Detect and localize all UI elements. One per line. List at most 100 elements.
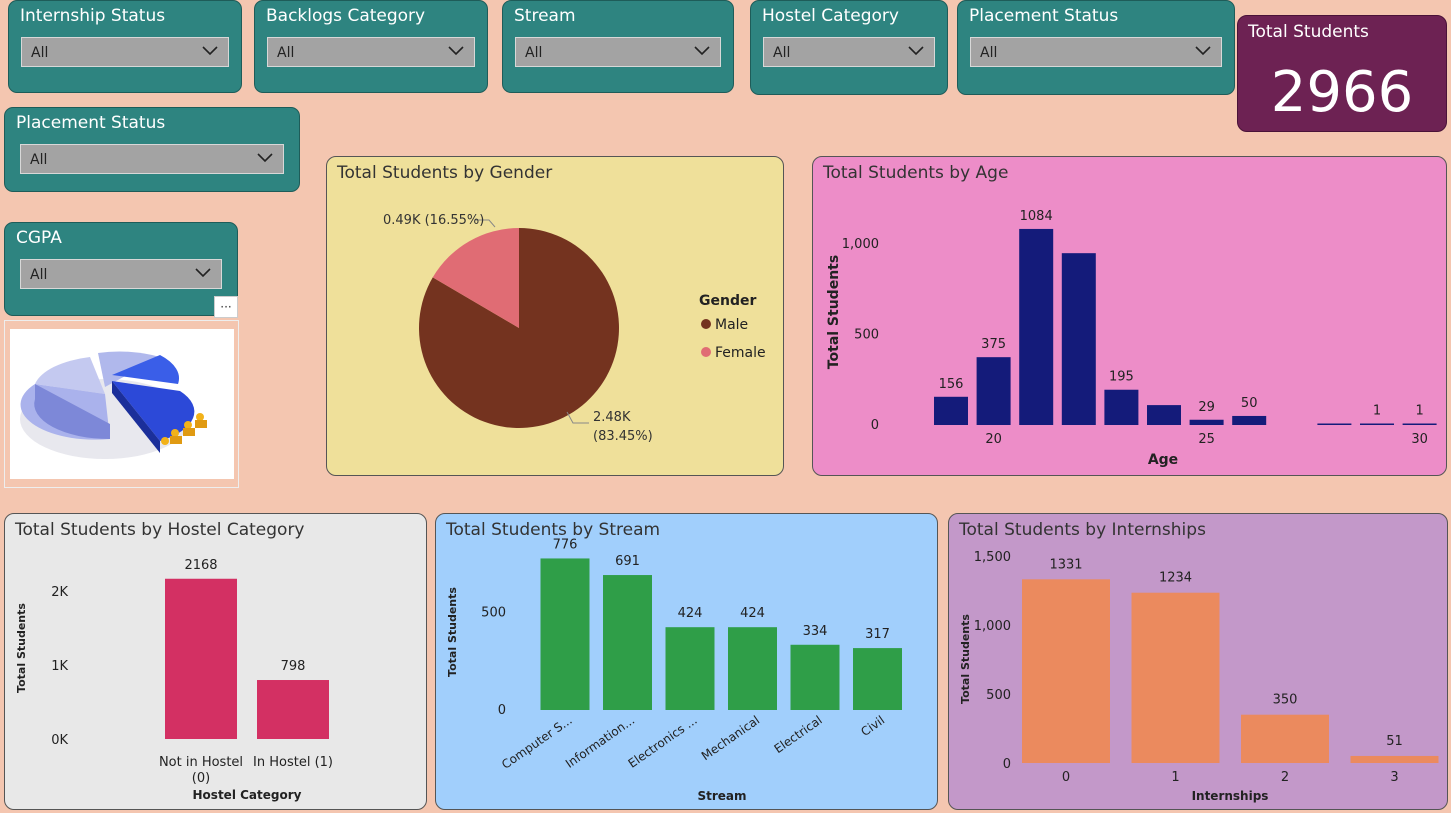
stream-bar-chart: 0 500 776 Computer S... 691 Information... 424… <box>446 537 902 803</box>
hostel-bar-card: Total Students by Hostel Category 0K 1K 2K… <box>4 513 427 810</box>
data-label: 1234 <box>1159 571 1192 586</box>
more-options-button[interactable]: ··· <box>214 296 238 318</box>
x-tick-label: 20 <box>985 432 1002 447</box>
x-tick-label: 25 <box>1198 432 1215 447</box>
x-axis-title: Hostel Category <box>193 788 302 802</box>
x-tick-label: Electronics ... <box>626 713 700 771</box>
age-bar-chart: 0 500 1,000 156 375 1084 195 29 50 1 1 20 25 30 Age Tot… <box>826 209 1437 468</box>
internship-status-dropdown[interactable]: All <box>21 37 229 67</box>
slicer-internship-status: Internship Status All <box>8 0 242 93</box>
data-label: 156 <box>939 377 964 392</box>
x-tick-label: Not in Hostel <box>159 755 243 770</box>
y-tick-label: 1,000 <box>842 237 879 252</box>
y-tick-label: 1,500 <box>974 550 1011 565</box>
internship-bar <box>1241 714 1329 763</box>
internship-bar <box>1022 579 1110 763</box>
age-bar <box>1104 389 1139 425</box>
y-axis-title: Total Students <box>15 603 28 693</box>
slicer-title: Hostel Category <box>762 6 899 26</box>
slicer-placement-status-top: Placement Status All <box>957 0 1235 95</box>
x-axis-title: Age <box>1148 452 1178 468</box>
x-tick-label: 2 <box>1281 770 1289 785</box>
chevron-down-icon <box>448 46 464 56</box>
stream-bar <box>728 627 777 710</box>
data-label: 334 <box>803 624 828 639</box>
data-label: 51 <box>1386 734 1403 749</box>
stream-dropdown[interactable]: All <box>515 37 721 67</box>
y-axis-title: Total Students <box>959 614 972 704</box>
slicer-title: Placement Status <box>16 113 166 133</box>
placement-status-dropdown[interactable]: All <box>970 37 1222 67</box>
kpi-label: Total Students <box>1248 22 1369 42</box>
pie-chart-illustration <box>4 320 239 488</box>
x-tick-label: In Hostel (1) <box>253 755 333 770</box>
dropdown-value: All <box>30 267 48 283</box>
chevron-down-icon <box>1195 46 1211 56</box>
dropdown-value: All <box>277 45 295 61</box>
y-tick-label: 1,000 <box>974 619 1011 634</box>
age-bar-card: Total Students by Age 0 500 1,000 156 375 108… <box>812 156 1447 476</box>
backlogs-category-dropdown[interactable]: All <box>267 37 475 67</box>
slicer-title: Stream <box>514 6 576 26</box>
chevron-down-icon <box>257 153 273 163</box>
slicer-hostel-category: Hostel Category All <box>750 0 948 95</box>
stream-bar <box>853 648 902 710</box>
data-label: 1084 <box>1020 209 1053 224</box>
chevron-down-icon <box>202 46 218 56</box>
internship-bar <box>1350 755 1439 763</box>
internship-bar <box>1131 592 1220 763</box>
stream-bar-card: Total Students by Stream 0 500 776 Computer… <box>435 513 938 810</box>
placement-status-dropdown[interactable]: All <box>20 144 284 174</box>
age-bar <box>976 357 1011 425</box>
age-bar <box>1061 253 1096 425</box>
dropdown-value: All <box>773 45 791 61</box>
x-tick-label: (0) <box>192 771 210 786</box>
x-tick-label: Computer S... <box>499 713 575 772</box>
age-bar <box>934 396 968 425</box>
data-label: 691 <box>615 554 640 569</box>
chevron-down-icon <box>694 46 710 56</box>
y-tick-label: 500 <box>854 328 879 343</box>
data-label: 424 <box>678 606 703 621</box>
cgpa-dropdown[interactable]: All <box>20 259 222 289</box>
y-tick-label: 0K <box>51 733 68 748</box>
data-label: 1 <box>1415 404 1423 419</box>
y-axis-title: Total Students <box>446 587 459 677</box>
slicer-placement-status-side: Placement Status All <box>4 107 300 192</box>
age-bar <box>1402 423 1437 425</box>
x-axis-title: Stream <box>697 789 746 803</box>
slicer-backlogs-category: Backlogs Category All <box>254 0 488 93</box>
slicer-cgpa: CGPA All <box>4 222 238 316</box>
age-bar <box>1019 228 1054 425</box>
dropdown-value: All <box>31 45 49 61</box>
data-label: 424 <box>740 606 765 621</box>
y-axis-title: Total Students <box>826 255 842 369</box>
legend-marker <box>701 319 711 329</box>
y-tick-label: 500 <box>986 688 1011 703</box>
age-bar <box>1232 415 1267 425</box>
stream-bar <box>540 558 590 710</box>
slicer-title: Backlogs Category <box>266 6 426 26</box>
hostel-category-dropdown[interactable]: All <box>763 37 935 67</box>
data-label: 317 <box>865 627 890 642</box>
age-bar <box>1189 419 1224 425</box>
data-label: 375 <box>981 337 1006 352</box>
slicer-title: Internship Status <box>20 6 166 26</box>
gender-pie-card: Total Students by Gender 2.48K (83.45%) 0.… <box>326 156 784 476</box>
chevron-down-icon <box>908 46 924 56</box>
x-tick-label: 3 <box>1390 770 1398 785</box>
internships-bar-card: Total Students by Internships 0 500 1,000 1… <box>948 513 1448 810</box>
data-label: 2168 <box>184 558 217 573</box>
stream-bar <box>790 644 840 710</box>
slicer-title: CGPA <box>16 228 62 248</box>
x-tick-label: Information... <box>563 713 637 771</box>
hostel-bar <box>257 680 329 739</box>
data-label: 0.49K (16.55%) <box>383 213 484 228</box>
legend-label: Female <box>715 345 766 361</box>
legend-marker <box>701 347 711 357</box>
x-tick-label: 0 <box>1062 770 1070 785</box>
data-label: 776 <box>553 537 578 552</box>
age-bar <box>1317 423 1352 425</box>
x-tick-label: Mechanical <box>699 713 762 763</box>
y-tick-label: 0 <box>498 703 506 718</box>
